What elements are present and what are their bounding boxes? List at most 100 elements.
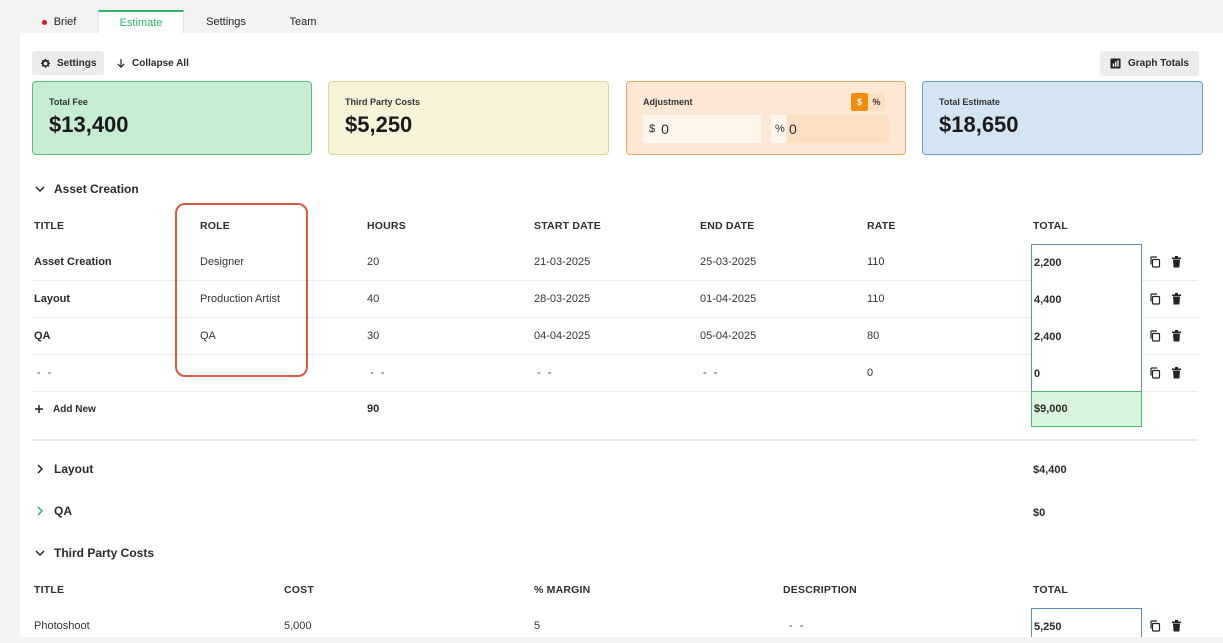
row-title-cell[interactable]: Photoshoot: [34, 620, 90, 632]
chevron-down-icon: [34, 547, 46, 559]
row-hours-cell[interactable]: - -: [370, 367, 386, 379]
row-hours-cell[interactable]: 20: [367, 256, 379, 268]
tab-team[interactable]: Team: [268, 11, 338, 33]
row-divider: [32, 354, 1198, 355]
tab-settings[interactable]: Settings: [184, 11, 268, 33]
third-party-costs-label: Third Party Costs: [345, 97, 421, 107]
settings-button-label: Settings: [57, 57, 97, 69]
copy-icon[interactable]: [1149, 619, 1163, 633]
row-total-cell[interactable]: 5,250: [1031, 608, 1142, 637]
col-total: TOTAL: [1033, 220, 1069, 232]
tab-estimate[interactable]: Estimate: [98, 10, 184, 33]
col-start-date: START DATE: [534, 220, 601, 232]
third-party-costs-card: Third Party Costs $5,250: [328, 81, 609, 155]
row-start-cell[interactable]: - -: [537, 367, 553, 379]
col-cost: COST: [284, 584, 314, 596]
section-qa-toggle[interactable]: QA: [34, 504, 72, 518]
tab-brief[interactable]: Brief: [20, 11, 98, 33]
row-start-cell[interactable]: 28-03-2025: [534, 293, 590, 305]
dollar-value: 0: [661, 121, 669, 137]
row-total-cell[interactable]: 2,400: [1031, 318, 1141, 355]
section-title: Asset Creation: [54, 182, 139, 196]
trash-icon[interactable]: [1171, 366, 1185, 380]
section-total: $0: [1033, 507, 1046, 519]
row-total-cell[interactable]: 2,200: [1031, 244, 1141, 281]
row-hours-cell[interactable]: 30: [367, 330, 379, 342]
tab-label: Estimate: [119, 16, 163, 29]
estimate-panel: Settings Collapse All Graph Totals Total…: [20, 33, 1223, 637]
col-role: ROLE: [200, 220, 230, 232]
collapse-all-label: Collapse All: [132, 57, 189, 69]
graph-totals-button[interactable]: Graph Totals: [1100, 51, 1199, 76]
section-title: Layout: [54, 462, 94, 476]
row-end-cell[interactable]: 01-04-2025: [700, 293, 756, 305]
adjustment-percent-input[interactable]: 0: [787, 115, 889, 143]
tab-label: Brief: [53, 16, 77, 28]
section-third-party-toggle[interactable]: Third Party Costs: [34, 546, 154, 560]
tab-bar: Brief Estimate Settings Team: [20, 0, 1223, 33]
percent-value: 0: [789, 121, 797, 137]
section-title: QA: [54, 504, 72, 518]
row-rate-cell[interactable]: 0: [867, 367, 873, 379]
section-grand-total: $9,000: [1031, 391, 1142, 427]
row-role-cell[interactable]: Production Artist: [200, 293, 280, 305]
graph-totals-label: Graph Totals: [1128, 58, 1189, 69]
row-start-cell[interactable]: 04-04-2025: [534, 330, 590, 342]
trash-icon[interactable]: [1171, 329, 1185, 343]
copy-icon[interactable]: [1149, 366, 1163, 380]
copy-icon[interactable]: [1149, 329, 1163, 343]
total-fee-label: Total Fee: [49, 97, 88, 107]
percent-prefix-box: %: [771, 115, 786, 143]
total-estimate-card: Total Estimate $18,650: [922, 81, 1203, 155]
trash-icon[interactable]: [1171, 619, 1185, 633]
plus-icon: [35, 405, 43, 413]
col-description: DESCRIPTION: [783, 584, 857, 596]
settings-button[interactable]: Settings: [32, 51, 105, 75]
row-end-cell[interactable]: - -: [703, 367, 719, 379]
row-rate-cell[interactable]: 80: [867, 330, 879, 342]
hours-total: 90: [367, 403, 380, 415]
total-estimate-value: $18,650: [939, 112, 1019, 137]
trash-icon[interactable]: [1171, 292, 1185, 306]
toggle-percent[interactable]: %: [868, 93, 885, 111]
row-role-cell[interactable]: Designer: [200, 256, 244, 268]
col-title: TITLE: [34, 220, 65, 232]
add-new-button[interactable]: Add New: [34, 397, 96, 421]
row-rate-cell[interactable]: 110: [867, 293, 885, 305]
dollar-prefix: $: [649, 123, 656, 135]
row-role-cell[interactable]: QA: [200, 330, 216, 342]
section-divider: [32, 439, 1198, 441]
gear-icon: [40, 58, 51, 68]
adjustment-dollar-input[interactable]: $ 0: [643, 115, 761, 143]
row-title-cell[interactable]: - -: [37, 367, 53, 379]
trash-icon[interactable]: [1171, 255, 1185, 269]
row-title-cell[interactable]: Layout: [34, 293, 70, 305]
section-asset-creation-toggle[interactable]: Asset Creation: [34, 182, 139, 196]
row-margin-cell[interactable]: 5: [534, 620, 540, 632]
row-divider: [32, 391, 1198, 392]
third-party-costs-value: $5,250: [345, 112, 413, 137]
collapse-all-button[interactable]: Collapse All: [116, 51, 189, 75]
row-cost-cell[interactable]: 5,000: [284, 620, 312, 632]
toggle-dollar[interactable]: $: [851, 93, 868, 111]
row-title-cell[interactable]: Asset Creation: [34, 256, 112, 268]
row-end-cell[interactable]: 05-04-2025: [700, 330, 756, 342]
row-total-cell[interactable]: 4,400: [1031, 281, 1141, 318]
row-end-cell[interactable]: 25-03-2025: [700, 256, 756, 268]
total-fee-card: Total Fee $13,400: [32, 81, 312, 155]
total-estimate-label: Total Estimate: [939, 97, 1000, 107]
chart-icon: [1110, 58, 1121, 69]
copy-icon[interactable]: [1149, 292, 1163, 306]
col-margin: % MARGIN: [534, 584, 591, 596]
section-title: Third Party Costs: [54, 546, 155, 560]
row-title-cell[interactable]: QA: [34, 330, 51, 342]
section-layout-toggle[interactable]: Layout: [34, 462, 93, 476]
row-start-cell[interactable]: 21-03-2025: [534, 256, 590, 268]
status-dot: [41, 19, 47, 25]
row-total-cell[interactable]: 0: [1031, 355, 1141, 392]
row-hours-cell[interactable]: 40: [367, 293, 379, 305]
row-description-cell[interactable]: - -: [789, 620, 805, 632]
row-rate-cell[interactable]: 110: [867, 256, 885, 268]
total-fee-value: $13,400: [49, 112, 129, 137]
copy-icon[interactable]: [1149, 255, 1163, 269]
